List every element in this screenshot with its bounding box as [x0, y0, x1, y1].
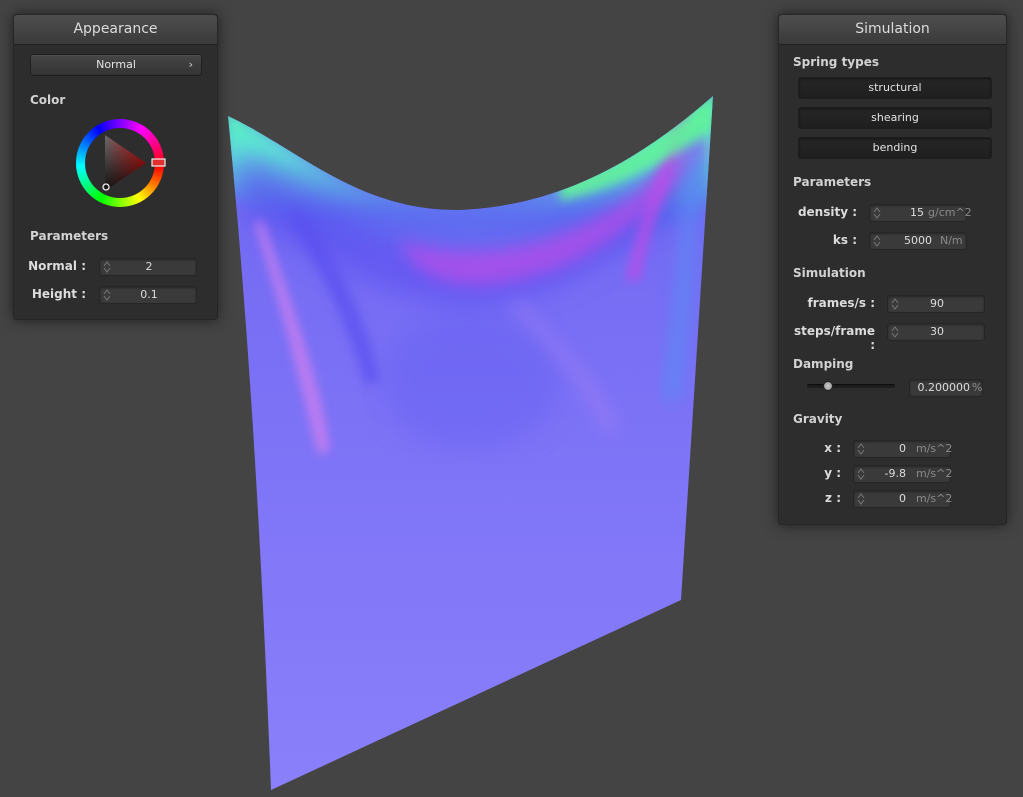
simulation-panel-title: Simulation: [779, 15, 1006, 45]
damping-label: Damping: [793, 357, 854, 371]
gravity-y-input[interactable]: -9.8 m/s^2: [853, 465, 953, 483]
simulation-panel: Simulation Spring types structural shear…: [778, 14, 1007, 525]
shearing-button[interactable]: shearing: [798, 107, 992, 129]
gravity-z-input[interactable]: 0 m/s^2: [853, 490, 953, 508]
damping-slider[interactable]: [807, 381, 895, 391]
spinner-arrows-icon[interactable]: [103, 289, 111, 301]
gravity-x-unit: m/s^2: [916, 442, 953, 455]
fps-value: 90: [930, 297, 944, 310]
spinner-arrows-icon[interactable]: [103, 261, 111, 273]
fps-input[interactable]: 90: [887, 295, 985, 313]
ks-input[interactable]: 5000 N/m: [869, 232, 967, 250]
simulation-section-label: Simulation: [793, 266, 866, 280]
bending-button[interactable]: bending: [798, 137, 992, 159]
normal-label: Normal :: [28, 259, 86, 273]
spinner-arrows-icon[interactable]: [873, 207, 881, 219]
ks-unit: N/m: [940, 234, 963, 247]
gravity-x-input[interactable]: 0 m/s^2: [853, 440, 953, 458]
steps-input[interactable]: 30: [887, 323, 985, 341]
gravity-z-unit: m/s^2: [916, 492, 953, 505]
spinner-arrows-icon[interactable]: [857, 468, 865, 480]
density-input[interactable]: 15 g/cm^2: [869, 204, 972, 222]
spinner-arrows-icon[interactable]: [891, 326, 899, 338]
cloth-mesh: [228, 96, 713, 790]
color-wheel[interactable]: [72, 118, 168, 214]
height-value: 0.1: [140, 288, 158, 301]
gravity-y-label: y :: [824, 466, 841, 480]
gravity-z-label: z :: [825, 491, 841, 505]
chevron-right-icon: ›: [188, 58, 193, 71]
hue-selector-handle[interactable]: [151, 158, 166, 167]
damping-slider-track: [807, 384, 895, 388]
gravity-x-label: x :: [824, 441, 841, 455]
appearance-panel: Appearance Normal › Color Parameters Nor…: [13, 14, 218, 320]
gravity-label: Gravity: [793, 412, 843, 426]
damping-unit: %: [972, 381, 983, 394]
gravity-x-value: 0: [899, 442, 906, 455]
steps-value: 30: [930, 325, 944, 338]
color-section-label: Color: [30, 93, 66, 107]
ks-label: ks :: [832, 233, 857, 247]
shader-dropdown-label: Normal: [96, 58, 136, 71]
damping-slider-handle[interactable]: [823, 381, 833, 391]
structural-button[interactable]: structural: [798, 77, 992, 99]
shader-dropdown[interactable]: Normal ›: [30, 54, 202, 76]
damping-input[interactable]: 0.200000 %: [909, 379, 983, 397]
gravity-y-value: -9.8: [884, 467, 906, 480]
height-input[interactable]: 0.1: [99, 286, 197, 304]
appearance-panel-title: Appearance: [14, 15, 217, 45]
normal-input[interactable]: 2: [99, 258, 197, 276]
normal-value: 2: [145, 260, 153, 273]
steps-label: steps/frame :: [793, 324, 875, 352]
fps-label: frames/s :: [807, 296, 875, 310]
ks-value: 5000: [904, 234, 932, 247]
density-label: density :: [797, 205, 857, 219]
spring-types-label: Spring types: [793, 55, 880, 69]
density-value: 15: [910, 206, 924, 219]
density-unit: g/cm^2: [928, 206, 972, 219]
gravity-y-unit: m/s^2: [916, 467, 953, 480]
spinner-arrows-icon[interactable]: [857, 443, 865, 455]
spinner-arrows-icon[interactable]: [873, 235, 881, 247]
spinner-arrows-icon[interactable]: [891, 298, 899, 310]
height-label: Height :: [31, 287, 86, 301]
damping-value: 0.200000: [917, 381, 971, 394]
gravity-z-value: 0: [899, 492, 906, 505]
spinner-arrows-icon[interactable]: [857, 493, 865, 505]
appearance-parameters-label: Parameters: [30, 229, 109, 243]
simulation-parameters-label: Parameters: [793, 175, 872, 189]
